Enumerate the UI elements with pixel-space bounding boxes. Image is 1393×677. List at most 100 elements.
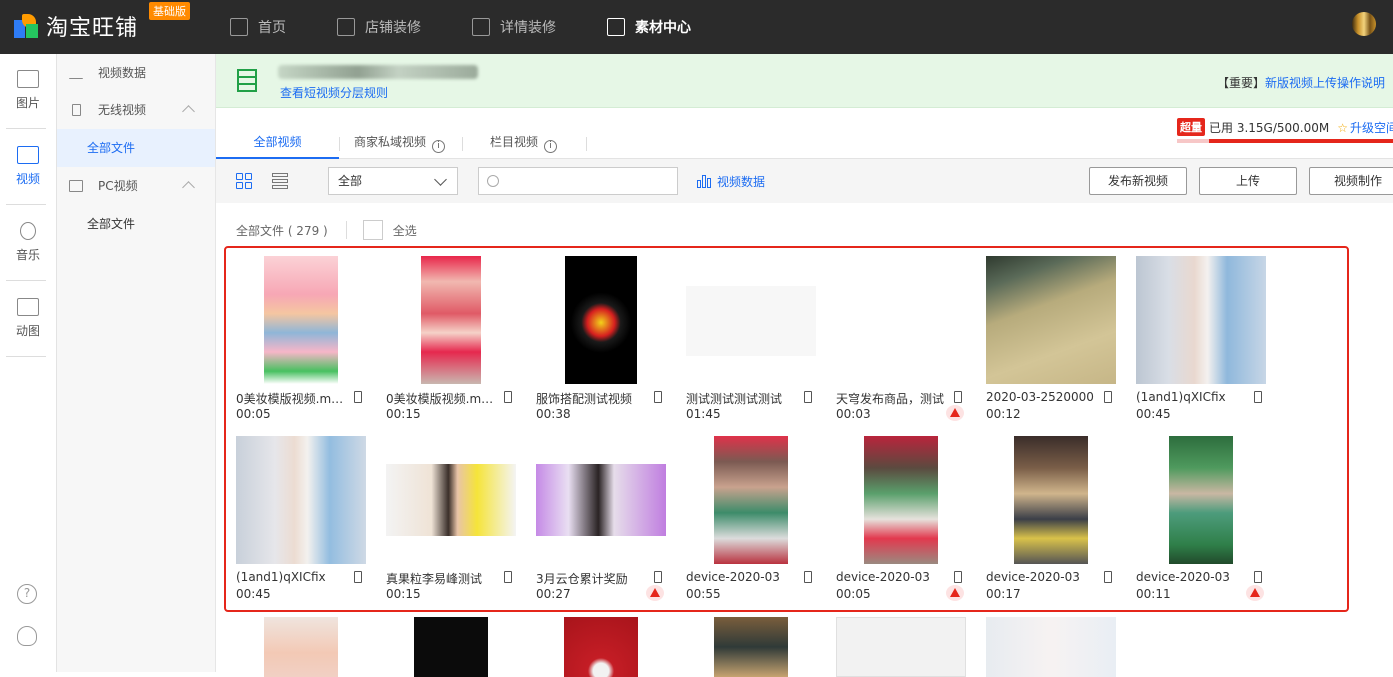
video-thumbnail[interactable]: [986, 256, 1116, 384]
video-card[interactable]: 天穹发布商品，测试 00:03: [836, 256, 966, 426]
video-duration: 00:15: [386, 407, 421, 421]
rail-item-music[interactable]: 音乐: [0, 222, 56, 263]
select-all-checkbox[interactable]: [362, 220, 383, 240]
tab-all-videos[interactable]: 全部视频: [216, 129, 339, 159]
video-title: 真果粒李易峰测试: [386, 572, 483, 586]
video-thumbnail[interactable]: [421, 256, 481, 384]
avatar[interactable]: [1352, 12, 1376, 36]
video-thumbnail[interactable]: [414, 617, 488, 677]
sidenav-video-data[interactable]: 视频数据: [57, 54, 215, 92]
video-thumbnail[interactable]: [564, 617, 638, 677]
video-card[interactable]: (1and1)qXICfix 00:45: [236, 436, 366, 606]
nav-shop-decor[interactable]: 店铺装修: [337, 0, 421, 54]
warning-icon[interactable]: [946, 405, 964, 421]
rail-item-video[interactable]: 视频: [0, 146, 56, 187]
search-icon: [487, 175, 499, 187]
video-duration: 00:03: [836, 407, 871, 421]
list-view-icon[interactable]: [272, 173, 288, 189]
video-card[interactable]: 0美妆模版视频.mp4 00:05: [236, 256, 366, 426]
sidenav-wireless-video[interactable]: 无线视频: [57, 91, 215, 129]
video-title: device-2020-03: [986, 570, 1080, 584]
video-thumbnail[interactable]: [1169, 436, 1233, 564]
upload-button[interactable]: 上传: [1199, 167, 1297, 195]
video-thumbnail[interactable]: [836, 256, 966, 384]
video-thumbnail[interactable]: [986, 617, 1116, 677]
tab-column-videos[interactable]: 栏目视频 i: [490, 129, 558, 159]
support-icon[interactable]: [17, 626, 37, 646]
filter-select[interactable]: 全部: [328, 167, 458, 195]
video-card[interactable]: device-2020-03 00:05: [836, 436, 966, 606]
video-card[interactable]: device-2020-03 00:55: [686, 436, 816, 606]
video-duration: 00:38: [536, 407, 571, 421]
video-thumbnail[interactable]: [686, 286, 816, 356]
video-thumbnail[interactable]: [264, 256, 338, 384]
video-card[interactable]: 服饰搭配测试视频 00:38: [536, 256, 666, 426]
rail-item-images[interactable]: 图片: [0, 70, 56, 111]
video-thumbnail[interactable]: [1014, 436, 1088, 564]
video-thumbnail[interactable]: [264, 617, 338, 677]
video-data-link[interactable]: 视频数据: [697, 173, 765, 190]
sidenav-pc-video[interactable]: PC视频: [57, 167, 215, 205]
logo-icon: [14, 14, 38, 38]
help-icon[interactable]: ?: [17, 584, 37, 604]
video-card[interactable]: 0美妆模版视频.mp4 00:15: [386, 256, 516, 426]
video-data-label: 视频数据: [717, 175, 766, 189]
rail-item-gif[interactable]: 动图: [0, 298, 56, 339]
layer-rules-link[interactable]: 查看短视频分层规则: [280, 84, 388, 101]
video-duration: 00:05: [836, 587, 871, 601]
layers-icon: [234, 67, 262, 95]
info-icon[interactable]: i: [432, 140, 446, 153]
video-thumbnail[interactable]: [386, 464, 516, 536]
shop-icon: [337, 18, 355, 36]
nav-home[interactable]: 首页: [230, 0, 286, 54]
bar-chart-icon: [69, 67, 83, 79]
nav-material-center[interactable]: 素材中心: [607, 0, 691, 54]
tab-private-videos[interactable]: 商家私域视频 i: [354, 129, 446, 159]
video-thumbnail[interactable]: [236, 436, 366, 564]
video-card[interactable]: device-2020-03 00:17: [986, 436, 1116, 606]
video-thumbnail[interactable]: [836, 617, 966, 677]
upload-guide-link[interactable]: 新版视频上传操作说明: [1265, 76, 1385, 90]
video-thumbnail[interactable]: [714, 436, 788, 564]
video-duration: 00:11: [1136, 587, 1171, 601]
grid-view-icon[interactable]: [236, 173, 252, 189]
mobile-icon: [504, 391, 512, 403]
video-card[interactable]: 2020-03-2520000 00:12: [986, 256, 1116, 426]
video-title: 天穹发布商品，测试: [836, 392, 945, 406]
video-title: 0美妆模版视频.mp4: [236, 392, 346, 406]
video-thumbnail[interactable]: [536, 464, 666, 536]
sidenav-wireless-all-files[interactable]: 全部文件: [57, 129, 215, 167]
video-card[interactable]: device-2020-03 00:11: [1136, 436, 1266, 606]
notice-banner: 查看短视频分层规则 【重要】新版视频上传操作说明: [216, 54, 1393, 108]
select-all-label[interactable]: 全选: [393, 222, 417, 239]
warning-icon[interactable]: [1246, 585, 1264, 601]
tab-column-label: 栏目视频: [490, 135, 539, 149]
video-duration: 00:55: [686, 587, 721, 601]
video-card[interactable]: 真果粒李易峰测试 00:15: [386, 436, 516, 606]
nav-detail-decor[interactable]: 详情装修: [472, 0, 556, 54]
video-thumbnail[interactable]: [1136, 256, 1266, 384]
video-card[interactable]: (1and1)qXICfix 00:45: [1136, 256, 1266, 426]
warning-icon[interactable]: [946, 585, 964, 601]
video-thumbnail[interactable]: [864, 436, 938, 564]
info-icon[interactable]: i: [544, 140, 558, 153]
sidenav-pc-all-files[interactable]: 全部文件: [57, 205, 215, 243]
monitor-icon: [69, 180, 83, 192]
chevron-down-icon: [434, 173, 447, 186]
chevron-up-icon: [182, 181, 195, 194]
publish-video-button[interactable]: 发布新视频: [1089, 167, 1187, 195]
mobile-icon: [1254, 571, 1262, 583]
search-input[interactable]: [478, 167, 678, 195]
logo[interactable]: 淘宝旺铺: [14, 10, 138, 42]
sidenav-video-data-label: 视频数据: [98, 66, 147, 80]
video-card[interactable]: 3月云仓累计奖励 00:27: [536, 436, 666, 606]
video-make-button[interactable]: 视频制作: [1309, 167, 1393, 195]
video-thumbnail[interactable]: [565, 256, 637, 384]
video-card[interactable]: 测试测试测试测试 01:45: [686, 256, 816, 426]
rail-item-label: 图片: [15, 96, 40, 110]
video-title: (1and1)qXICfix: [1136, 390, 1226, 404]
warning-icon[interactable]: [646, 585, 664, 601]
edition-badge: 基础版: [149, 2, 190, 20]
video-thumbnail[interactable]: [714, 617, 788, 677]
tab-bar: 全部视频 商家私域视频 i 栏目视频 i: [216, 129, 1393, 159]
